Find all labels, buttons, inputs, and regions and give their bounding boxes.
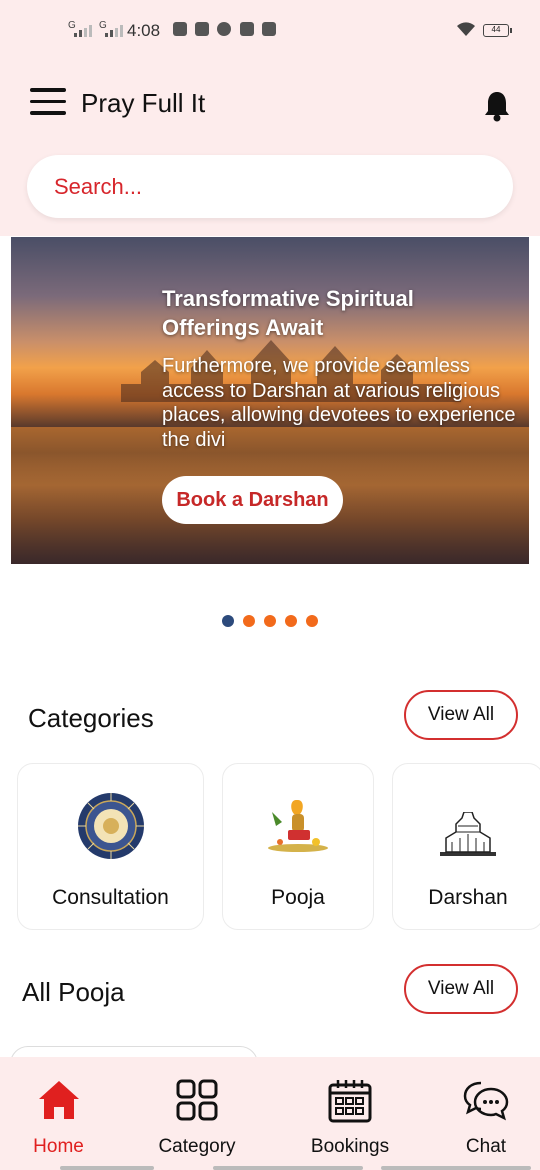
gesture-bar [213,1166,363,1170]
zodiac-wheel-icon [77,793,144,859]
home-icon [38,1081,79,1119]
category-label: Consultation [52,886,169,909]
instagram-icon [173,22,187,36]
app-bar: Pray Full It [0,80,540,130]
carousel-indicator [222,614,327,627]
gesture-bar [381,1166,531,1170]
carousel-dot[interactable] [285,615,297,627]
chat-bubbles-icon [463,1081,509,1121]
search-input[interactable] [27,155,513,218]
bell-icon[interactable] [483,90,511,122]
all-pooja-view-all-button[interactable]: View All [404,964,518,1014]
carousel-dot[interactable] [222,615,234,627]
app-title: Pray Full It [81,88,206,118]
category-card-darshan[interactable]: Darshan [392,763,540,930]
category-label: Darshan [428,886,508,909]
signal-2-icon [105,25,123,37]
video-icon [195,22,209,36]
wifi-icon [457,22,475,36]
temple-icon [440,812,496,856]
menu-icon[interactable] [30,88,66,116]
nav-label: Home [33,1136,84,1157]
category-card-pooja[interactable]: Pooja [222,763,374,930]
battery-level: 44 [491,25,501,34]
clock: 4:08 [127,21,161,40]
nav-item-category[interactable]: Category [137,1057,257,1170]
nav-item-chat[interactable]: Chat [440,1057,532,1170]
grid-icon [176,1079,218,1121]
pooja-thali-icon [268,800,328,852]
gesture-bar [60,1166,154,1170]
mail-icon [240,22,254,36]
compass-icon [217,22,231,36]
category-label: Pooja [271,886,325,909]
book-darshan-button[interactable]: Book a Darshan [162,476,343,524]
banner-text: Furthermore, we provide seamless access … [162,355,516,451]
calendar-icon [328,1080,372,1123]
carousel-dot[interactable] [306,615,318,627]
battery-icon: 44 [483,24,512,37]
hero-banner[interactable]: Transformative Spiritual Offerings Await… [11,237,529,564]
all-pooja-title: All Pooja [22,977,125,1007]
categories-view-all-button[interactable]: View All [404,690,518,740]
category-card-consultation[interactable]: Consultation [17,763,204,930]
banner-title: Transformative Spiritual Offerings Await [162,286,414,340]
carousel-dot[interactable] [264,615,276,627]
signal-1-icon [74,25,92,37]
categories-title: Categories [28,703,154,733]
nav-label: Bookings [310,1136,390,1157]
nav-label: Chat [465,1136,507,1157]
bottom-navigation: Home Category Bookings Chat [0,1057,540,1170]
carousel-dot[interactable] [243,615,255,627]
shop-icon [262,22,276,36]
nav-item-home[interactable]: Home [0,1057,117,1170]
nav-label: Category [158,1136,236,1157]
status-bar: G G 4:08 44 [0,0,540,60]
nav-item-bookings[interactable]: Bookings [290,1057,410,1170]
